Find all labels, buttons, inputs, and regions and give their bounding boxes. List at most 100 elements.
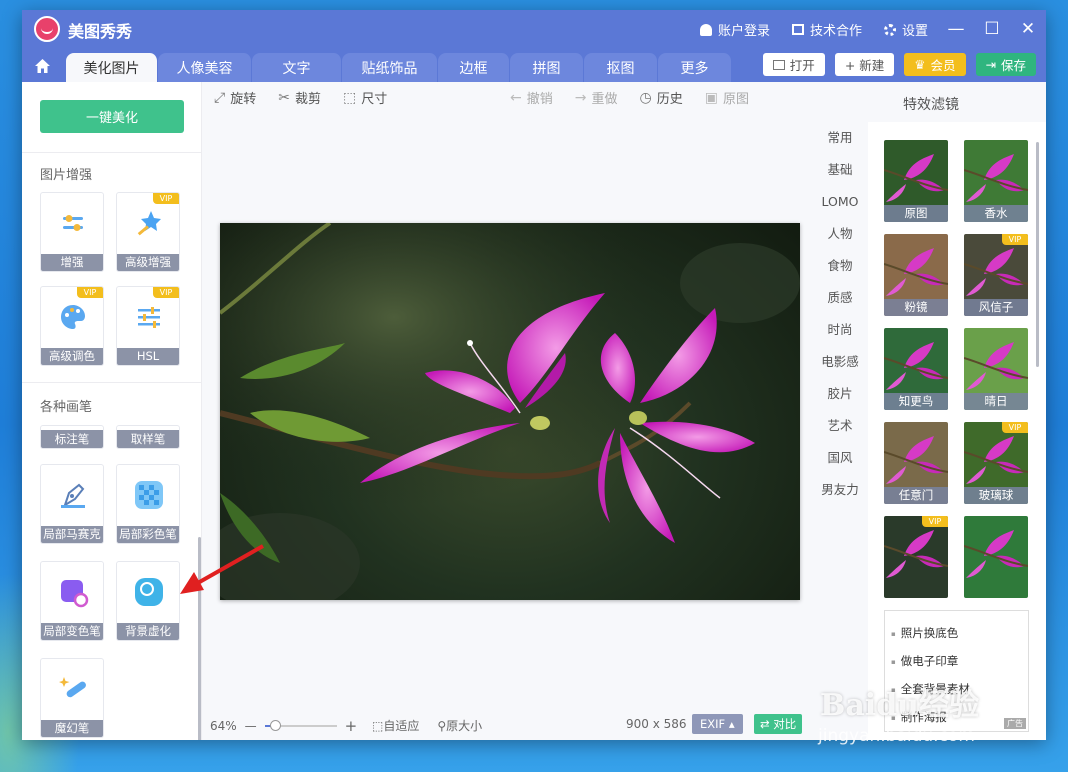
filter-thumb[interactable]: 任意门 <box>884 422 948 504</box>
filter-thumb[interactable]: VIP 风信子 <box>964 234 1028 316</box>
filter-label: 粉镜 <box>884 299 948 316</box>
image-dimensions: 900 x 586 <box>626 717 687 731</box>
tool-hsl[interactable]: VIP HSL <box>116 286 180 366</box>
vip-label: 会员 <box>930 58 956 73</box>
ad-item[interactable]: 全套背景素材 <box>891 681 1022 697</box>
original-button[interactable]: ▣ 原图 <box>705 88 749 108</box>
category-basic[interactable]: 基础 <box>818 154 862 186</box>
history-button[interactable]: ◷ 历史 <box>639 88 683 108</box>
filters-scrollbar[interactable] <box>1036 142 1039 367</box>
tab-stickers[interactable]: 贴纸饰品 <box>342 53 438 82</box>
filter-thumb[interactable]: 晴日 <box>964 328 1028 410</box>
home-button[interactable] <box>28 54 56 78</box>
filter-thumb[interactable]: 粉镜 <box>884 234 948 316</box>
category-film[interactable]: 胶片 <box>818 378 862 410</box>
vip-button[interactable]: ♛ 会员 <box>904 53 966 76</box>
zoom-knob[interactable] <box>270 720 282 731</box>
palette-icon <box>61 305 85 329</box>
zoom-slider[interactable] <box>264 720 337 731</box>
vip-badge: VIP <box>153 287 179 298</box>
filters-panel-title: 特效滤镜 <box>903 97 959 113</box>
title-bar: 美图秀秀 账户登录 技术合作 设置 — ☐ ✕ <box>22 10 1046 48</box>
tool-local-color-pen[interactable]: 局部彩色笔 <box>116 464 180 544</box>
vip-badge: VIP <box>1002 234 1028 245</box>
tab-more[interactable]: 更多 <box>658 53 732 82</box>
compare-button[interactable]: ⇄ 对比 <box>754 714 803 734</box>
filter-thumb[interactable]: VIP 玻璃球 <box>964 422 1028 504</box>
exif-button[interactable]: EXIF ▴ <box>692 714 743 734</box>
open-label: 打开 <box>789 58 815 73</box>
caret-up-icon: ▴ <box>728 717 735 731</box>
settings-button[interactable]: 设置 <box>883 20 928 39</box>
zoom-in-button[interactable]: + <box>345 717 358 735</box>
save-button[interactable]: ⇥ 保存 <box>975 53 1036 76</box>
new-button[interactable]: + 新建 <box>834 53 895 76</box>
tab-text[interactable]: 文字 <box>252 53 342 82</box>
tab-cutout[interactable]: 抠图 <box>584 53 658 82</box>
filter-thumb[interactable]: VIP <box>884 516 948 598</box>
tab-portrait[interactable]: 人像美容 <box>158 53 252 82</box>
filter-thumb[interactable]: 香水 <box>964 140 1028 222</box>
category-fashion[interactable]: 时尚 <box>818 314 862 346</box>
zoom-out-button[interactable]: — <box>245 719 257 733</box>
filter-thumb[interactable]: 原图 <box>884 140 948 222</box>
vip-badge: VIP <box>922 516 948 527</box>
filter-label: 晴日 <box>964 393 1028 410</box>
scissors-icon: ✂ <box>278 89 290 106</box>
category-people[interactable]: 人物 <box>818 218 862 250</box>
tab-beautify[interactable]: 美化图片 <box>66 53 158 82</box>
actual-size-button[interactable]: ⚲原大小 <box>437 717 482 734</box>
exif-label: EXIF <box>700 717 726 731</box>
tool-label: HSL <box>117 348 179 365</box>
tool-local-mosaic[interactable]: 局部马赛克 <box>40 464 104 544</box>
category-chinese-style[interactable]: 国风 <box>818 442 862 474</box>
undo-button[interactable]: ← 撤销 <box>510 88 553 108</box>
tool-label: 局部变色笔 <box>41 623 103 640</box>
rotate-icon: ⤢ <box>214 89 226 106</box>
category-texture[interactable]: 质感 <box>818 282 862 314</box>
minimize-button[interactable]: — <box>938 10 974 48</box>
ad-item[interactable]: 制作海报 <box>891 709 1022 725</box>
category-common[interactable]: 常用 <box>818 122 862 154</box>
ad-box: 照片换底色 做电子印章 全套背景素材 制作海报 广告 <box>884 610 1029 732</box>
login-button[interactable]: 账户登录 <box>699 20 770 39</box>
category-food[interactable]: 食物 <box>818 250 862 282</box>
tool-enhance[interactable]: 增强 <box>40 192 104 272</box>
tab-collage[interactable]: 拼图 <box>510 53 584 82</box>
clock-icon: ◷ <box>639 89 652 106</box>
crop-label: 裁剪 <box>294 92 321 107</box>
pen-nib-icon <box>61 483 85 508</box>
category-boyfriend[interactable]: 男友力 <box>818 474 862 506</box>
vip-badge: VIP <box>1002 422 1028 433</box>
rotate-button[interactable]: ⤢ 旋转 <box>214 88 256 108</box>
filter-thumb[interactable] <box>964 516 1028 598</box>
category-art[interactable]: 艺术 <box>818 410 862 442</box>
cooperate-button[interactable]: 技术合作 <box>791 20 862 39</box>
undo-icon: ← <box>510 89 522 106</box>
divider <box>22 152 201 153</box>
tool-advanced-color[interactable]: VIP 高级调色 <box>40 286 104 366</box>
tool-sampling-pen[interactable]: 取样笔 <box>116 425 180 449</box>
category-lomo[interactable]: LOMO <box>818 186 862 218</box>
photo-canvas[interactable] <box>220 223 800 600</box>
tool-label: 标注笔 <box>41 430 103 448</box>
open-button[interactable]: 打开 <box>762 53 825 76</box>
tool-label: 取样笔 <box>117 430 179 448</box>
fit-label: 自适应 <box>383 719 420 733</box>
ad-item[interactable]: 照片换底色 <box>891 625 1022 641</box>
close-button[interactable]: ✕ <box>1010 10 1046 48</box>
category-cinematic[interactable]: 电影感 <box>818 346 862 378</box>
tab-frames[interactable]: 边框 <box>438 53 510 82</box>
tool-local-recolor-pen[interactable]: 局部变色笔 <box>40 561 104 641</box>
tool-magic-pen[interactable]: 魔幻笔 <box>40 658 104 738</box>
fit-button[interactable]: ⬚自适应 <box>372 717 419 734</box>
tool-annotation-pen[interactable]: 标注笔 <box>40 425 104 449</box>
filter-thumb[interactable]: 知更鸟 <box>884 328 948 410</box>
tool-advanced-enhance[interactable]: VIP 高级增强 <box>116 192 180 272</box>
ad-item[interactable]: 做电子印章 <box>891 653 1022 669</box>
redo-button[interactable]: → 重做 <box>575 88 618 108</box>
size-button[interactable]: ⬚ 尺寸 <box>343 88 387 108</box>
maximize-button[interactable]: ☐ <box>974 10 1010 48</box>
one-click-beautify-button[interactable]: 一键美化 <box>40 100 184 133</box>
crop-button[interactable]: ✂ 裁剪 <box>278 88 321 108</box>
